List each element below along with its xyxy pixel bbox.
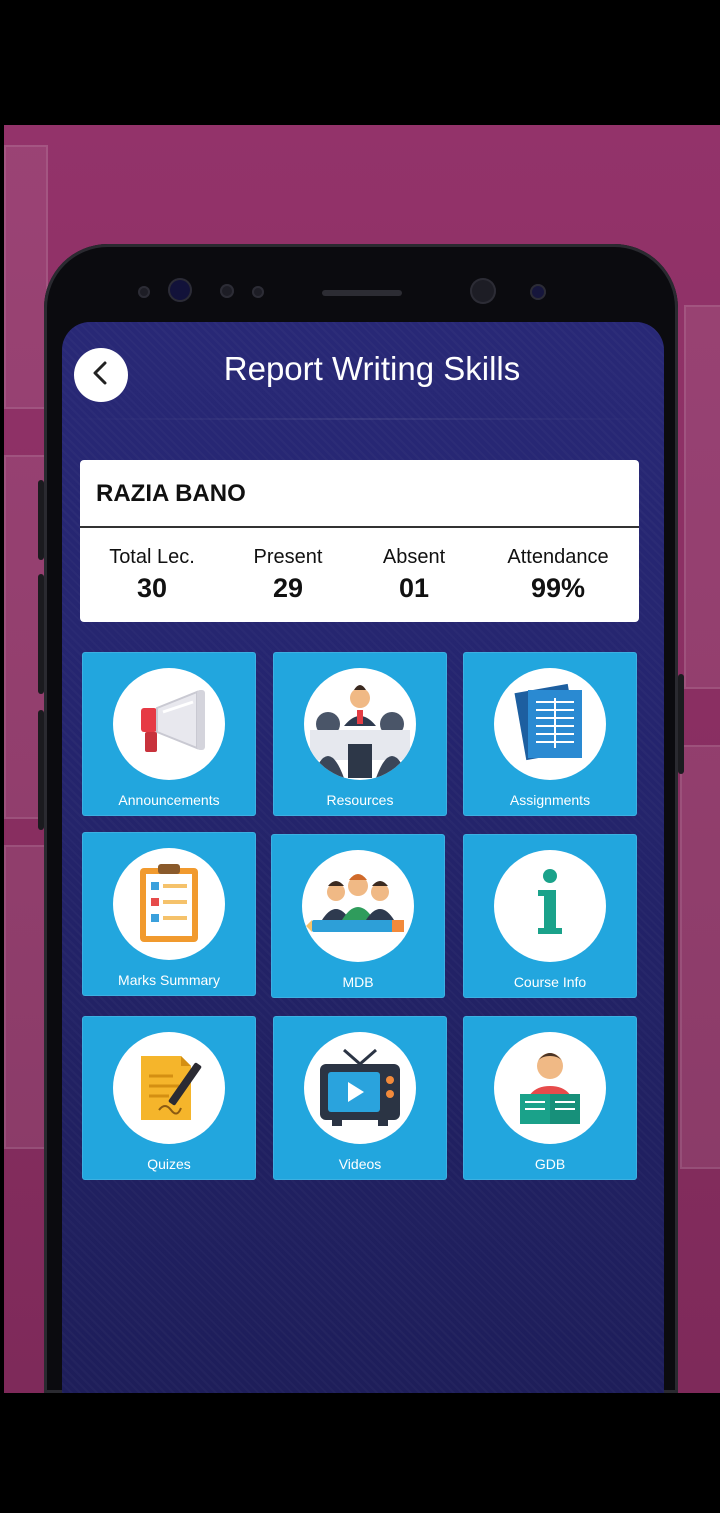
discussion-group-icon: [306, 864, 410, 948]
app-screen: Report Writing Skills RAZIA BANO Total L…: [62, 322, 664, 1393]
tile-label: Marks Summary: [118, 972, 220, 988]
reader-icon: [510, 1044, 590, 1132]
stat-label: Absent: [382, 546, 446, 568]
clipboard-icon: [134, 860, 204, 948]
tile-label: GDB: [534, 1156, 566, 1172]
tile-label: Videos: [338, 1156, 382, 1172]
tile-label: Resources: [326, 792, 394, 808]
stat-value: 30: [136, 573, 168, 603]
earpiece-speaker: [322, 290, 402, 296]
tile-gdb[interactable]: GDB: [463, 1016, 637, 1180]
stat-attendance: Attendance 99%: [488, 546, 628, 604]
stat-value: 01: [398, 573, 430, 603]
stat-label: Present: [253, 546, 323, 568]
tile-mdb[interactable]: MDB: [271, 834, 445, 998]
stat-total-lectures: Total Lec. 30: [94, 546, 210, 604]
tile-label: Assignments: [509, 792, 591, 808]
megaphone-icon: [123, 682, 215, 766]
tile-resources[interactable]: Resources: [273, 652, 447, 816]
header-divider: [62, 418, 664, 420]
tile-announcements[interactable]: Announcements: [82, 652, 256, 816]
attendance-card: RAZIA BANO Total Lec. 30 Present 29 Abse…: [80, 460, 639, 622]
paper-pen-icon: [129, 1046, 209, 1130]
tile-quizes[interactable]: Quizes: [82, 1016, 256, 1180]
tile-assignments[interactable]: Assignments: [463, 652, 637, 816]
info-icon: [530, 864, 570, 948]
stat-label: Attendance: [507, 546, 609, 568]
video-frame: Report Writing Skills RAZIA BANO Total L…: [0, 0, 720, 1513]
chevron-left-icon: [90, 360, 112, 390]
stat-absent: Absent 01: [356, 546, 472, 604]
tile-label: Course Info: [513, 974, 587, 990]
tile-label: MDB: [342, 974, 374, 990]
back-button[interactable]: [74, 348, 128, 402]
tile-label: Quizes: [147, 1156, 191, 1172]
stat-value: 99%: [530, 573, 586, 603]
tv-play-icon: [314, 1044, 406, 1132]
page-title: Report Writing Skills: [223, 350, 521, 387]
tile-label: Announcements: [118, 792, 220, 808]
stat-value: 29: [272, 573, 304, 603]
stat-present: Present 29: [230, 546, 346, 604]
documents-icon: [506, 678, 594, 770]
tile-videos[interactable]: Videos: [273, 1016, 447, 1180]
tile-course-info[interactable]: Course Info: [463, 834, 637, 998]
student-name: RAZIA BANO: [96, 480, 246, 507]
card-divider: [80, 526, 639, 528]
meeting-icon: [304, 668, 416, 780]
tile-marks-summary[interactable]: Marks Summary: [82, 832, 256, 996]
stat-label: Total Lec.: [109, 546, 195, 568]
